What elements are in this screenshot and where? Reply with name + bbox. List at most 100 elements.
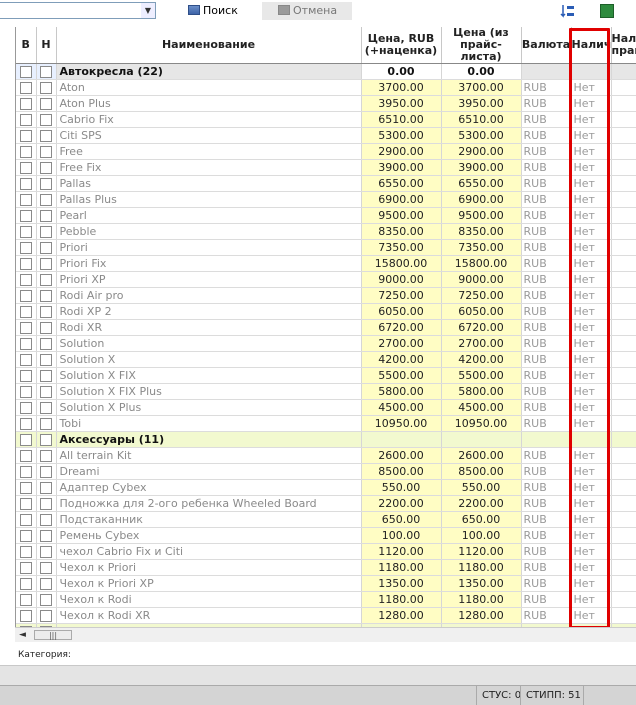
row-checkbox[interactable] [40, 514, 52, 526]
row-checkbox[interactable] [19, 546, 32, 558]
checkbox-in[interactable] [16, 111, 37, 128]
checkbox-in[interactable] [16, 351, 37, 368]
checkbox-in[interactable] [16, 511, 37, 528]
checkbox-in[interactable] [16, 575, 37, 592]
checkbox-n[interactable] [36, 79, 57, 96]
chevron-down-icon[interactable]: ▼ [141, 3, 155, 18]
row-checkbox[interactable] [40, 546, 52, 558]
row-checkbox[interactable] [19, 418, 32, 430]
col-header-n[interactable]: Н [36, 27, 57, 64]
row-checkbox[interactable] [19, 610, 32, 622]
table-row[interactable]: Чехол к Priori 1180.00 1180.00 RUB Нет [16, 559, 636, 576]
checkbox-in[interactable] [16, 143, 37, 160]
table-row[interactable]: Ремень Cybex 100.00 100.00 RUB Нет [16, 527, 636, 544]
row-checkbox[interactable] [19, 82, 32, 94]
table-row[interactable]: Citi SPS 5300.00 5300.00 RUB Нет [16, 127, 636, 144]
table-row[interactable]: Dreami 8500.00 8500.00 RUB Нет [16, 463, 636, 480]
checkbox-in[interactable] [16, 399, 37, 416]
checkbox-in[interactable] [16, 303, 37, 320]
table-row[interactable]: Cabrio Fix 6510.00 6510.00 RUB Нет [16, 111, 636, 128]
table-row[interactable]: Rodi Air pro 7250.00 7250.00 RUB Нет [16, 287, 636, 304]
row-checkbox[interactable] [19, 482, 32, 494]
row-checkbox[interactable] [19, 530, 32, 542]
row-checkbox[interactable] [40, 322, 52, 334]
table-row[interactable]: Solution X 4200.00 4200.00 RUB Нет [16, 351, 636, 368]
row-checkbox[interactable] [19, 402, 32, 414]
checkbox-n[interactable] [36, 399, 57, 416]
row-checkbox[interactable] [19, 306, 32, 318]
table-row[interactable]: Free 2900.00 2900.00 RUB Нет [16, 143, 636, 160]
row-checkbox[interactable] [19, 226, 32, 238]
row-checkbox[interactable] [40, 386, 52, 398]
checkbox-n[interactable] [36, 431, 57, 448]
checkbox-in[interactable] [16, 479, 37, 496]
row-checkbox[interactable] [19, 66, 32, 78]
checkbox-in[interactable] [16, 367, 37, 384]
row-checkbox[interactable] [40, 530, 52, 542]
table-row[interactable]: Подножка для 2-ого ребенка Wheeled Board… [16, 495, 636, 512]
row-checkbox[interactable] [40, 466, 52, 478]
checkbox-n[interactable] [36, 111, 57, 128]
checkbox-n[interactable] [36, 319, 57, 336]
checkbox-in[interactable] [16, 463, 37, 480]
row-checkbox[interactable] [40, 98, 52, 110]
row-checkbox[interactable] [40, 594, 52, 606]
checkbox-n[interactable] [36, 383, 57, 400]
table-row[interactable]: Чехол к Priori XP 1350.00 1350.00 RUB Нет [16, 575, 636, 592]
col-header-currency[interactable]: Валюта [521, 27, 572, 64]
checkbox-n[interactable] [36, 143, 57, 160]
checkbox-in[interactable] [16, 207, 37, 224]
checkbox-in[interactable] [16, 95, 37, 112]
row-checkbox[interactable] [40, 114, 52, 126]
col-header-name[interactable]: Наименование [56, 27, 362, 64]
table-row[interactable]: чехол Cabrio Fix и Citi 1120.00 1120.00 RUB… [16, 543, 636, 560]
checkbox-n[interactable] [36, 575, 57, 592]
row-checkbox[interactable] [19, 434, 32, 446]
checkbox-n[interactable] [36, 367, 57, 384]
checkbox-in[interactable] [16, 447, 37, 464]
col-header-price-list[interactable]: Цена (из прайс-листа) [441, 27, 522, 64]
checkbox-n[interactable] [36, 463, 57, 480]
checkbox-n[interactable] [36, 335, 57, 352]
row-checkbox[interactable] [19, 130, 32, 142]
row-checkbox[interactable] [19, 514, 32, 526]
row-checkbox[interactable] [19, 114, 32, 126]
group-row[interactable]: Аксессуары (11) [16, 431, 636, 448]
row-checkbox[interactable] [19, 194, 32, 206]
checkbox-n[interactable] [36, 191, 57, 208]
row-checkbox[interactable] [40, 210, 52, 222]
table-row[interactable]: Solution 2700.00 2700.00 RUB Нет [16, 335, 636, 352]
checkbox-in[interactable] [16, 431, 37, 448]
checkbox-in[interactable] [16, 559, 37, 576]
checkbox-in[interactable] [16, 191, 37, 208]
checkbox-in[interactable] [16, 383, 37, 400]
checkbox-n[interactable] [36, 223, 57, 240]
table-row[interactable]: Чехол к Rodi XR 1280.00 1280.00 RUB Нет [16, 607, 636, 624]
row-checkbox[interactable] [19, 594, 32, 606]
checkbox-n[interactable] [36, 447, 57, 464]
filter-combo[interactable]: ▼ [0, 2, 156, 19]
checkbox-n[interactable] [36, 287, 57, 304]
checkbox-in[interactable] [16, 255, 37, 272]
checkbox-in[interactable] [16, 527, 37, 544]
row-checkbox[interactable] [40, 306, 52, 318]
row-checkbox[interactable] [19, 258, 32, 270]
row-checkbox[interactable] [40, 434, 52, 446]
table-row[interactable]: Pallas 6550.00 6550.00 RUB Нет [16, 175, 636, 192]
checkbox-n[interactable] [36, 303, 57, 320]
group-row[interactable]: Автокресла (22) 0.00 0.00 [16, 63, 636, 80]
row-checkbox[interactable] [19, 210, 32, 222]
checkbox-n[interactable] [36, 527, 57, 544]
col-header-price-markup[interactable]: Цена, RUB (+наценка) [361, 27, 442, 64]
row-checkbox[interactable] [40, 178, 52, 190]
checkbox-n[interactable] [36, 159, 57, 176]
checkbox-in[interactable] [16, 415, 37, 432]
checkbox-n[interactable] [36, 95, 57, 112]
row-checkbox[interactable] [40, 194, 52, 206]
table-row[interactable]: Pebble 8350.00 8350.00 RUB Нет [16, 223, 636, 240]
row-checkbox[interactable] [19, 242, 32, 254]
row-checkbox[interactable] [40, 370, 52, 382]
sort-az-icon[interactable] [560, 3, 576, 19]
checkbox-n[interactable] [36, 351, 57, 368]
table-row[interactable]: Priori XP 9000.00 9000.00 RUB Нет [16, 271, 636, 288]
